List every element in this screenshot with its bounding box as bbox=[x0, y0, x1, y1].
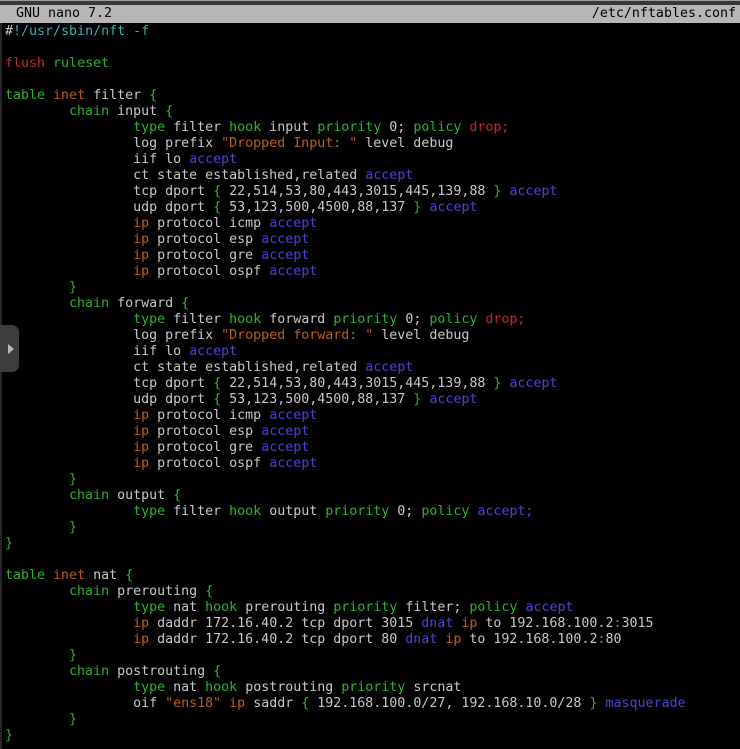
editor-line bbox=[5, 40, 740, 56]
editor-line: ip protocol esp accept bbox=[5, 232, 740, 248]
terminal-editor-area[interactable]: #!/usr/sbin/nft -f flush ruleset table i… bbox=[0, 23, 740, 749]
editor-line: chain input { bbox=[5, 104, 740, 120]
expand-right-arrow-icon bbox=[8, 344, 14, 354]
editor-line: #!/usr/sbin/nft -f bbox=[5, 24, 740, 40]
editor-line: ip protocol esp accept bbox=[5, 424, 740, 440]
editor-line: ip daddr 172.16.40.2 tcp dport 80 dnat i… bbox=[5, 632, 740, 648]
editor-line: } bbox=[5, 728, 740, 744]
editor-line: ip protocol gre accept bbox=[5, 440, 740, 456]
editor-line: ip protocol icmp accept bbox=[5, 408, 740, 424]
editor-line: ip protocol ospf accept bbox=[5, 264, 740, 280]
editor-line: } bbox=[5, 280, 740, 296]
editor-line: log prefix "Dropped forward: " level deb… bbox=[5, 328, 740, 344]
editor-line: chain prerouting { bbox=[5, 584, 740, 600]
nano-app-title: GNU nano 7.2 bbox=[16, 5, 112, 23]
editor-line: type nat hook prerouting priority filter… bbox=[5, 600, 740, 616]
editor-line: } bbox=[5, 536, 740, 552]
editor-line: type nat hook postrouting priority srcna… bbox=[5, 680, 740, 696]
editor-line: oif "ens18" ip saddr { 192.168.100.0/27,… bbox=[5, 696, 740, 712]
editor-line: ip protocol gre accept bbox=[5, 248, 740, 264]
editor-line: } bbox=[5, 648, 740, 664]
nano-titlebar: GNU nano 7.2 /etc/nftables.conf bbox=[0, 5, 740, 23]
editor-line: chain output { bbox=[5, 488, 740, 504]
editor-line: } bbox=[5, 520, 740, 536]
editor-line bbox=[5, 552, 740, 568]
editor-line: iif lo accept bbox=[5, 152, 740, 168]
editor-line: iif lo accept bbox=[5, 344, 740, 360]
editor-content: #!/usr/sbin/nft -f flush ruleset table i… bbox=[5, 24, 740, 744]
editor-line: chain forward { bbox=[5, 296, 740, 312]
editor-line: type filter hook input priority 0; polic… bbox=[5, 120, 740, 136]
editor-line: ip protocol icmp accept bbox=[5, 216, 740, 232]
editor-line: chain postrouting { bbox=[5, 664, 740, 680]
editor-line: } bbox=[5, 472, 740, 488]
nano-file-path: /etc/nftables.conf bbox=[592, 5, 736, 23]
editor-line: table inet filter { bbox=[5, 88, 740, 104]
console-window: GNU nano 7.2 /etc/nftables.conf #!/usr/s… bbox=[0, 0, 740, 749]
editor-line: type filter hook forward priority 0; pol… bbox=[5, 312, 740, 328]
editor-line: ip daddr 172.16.40.2 tcp dport 3015 dnat… bbox=[5, 616, 740, 632]
editor-line: ct state established,related accept bbox=[5, 360, 740, 376]
editor-line: log prefix "Dropped Input: " level debug bbox=[5, 136, 740, 152]
editor-line: ip protocol ospf accept bbox=[5, 456, 740, 472]
side-panel-handle[interactable] bbox=[0, 325, 19, 372]
editor-line: udp dport { 53,123,500,4500,88,137 } acc… bbox=[5, 200, 740, 216]
editor-line: table inet nat { bbox=[5, 568, 740, 584]
editor-line bbox=[5, 72, 740, 88]
editor-line: type filter hook output priority 0; poli… bbox=[5, 504, 740, 520]
editor-line: ct state established,related accept bbox=[5, 168, 740, 184]
editor-line: flush ruleset bbox=[5, 56, 740, 72]
editor-line: } bbox=[5, 712, 740, 728]
editor-line: tcp dport { 22,514,53,80,443,3015,445,13… bbox=[5, 184, 740, 200]
editor-line: udp dport { 53,123,500,4500,88,137 } acc… bbox=[5, 392, 740, 408]
editor-line: tcp dport { 22,514,53,80,443,3015,445,13… bbox=[5, 376, 740, 392]
